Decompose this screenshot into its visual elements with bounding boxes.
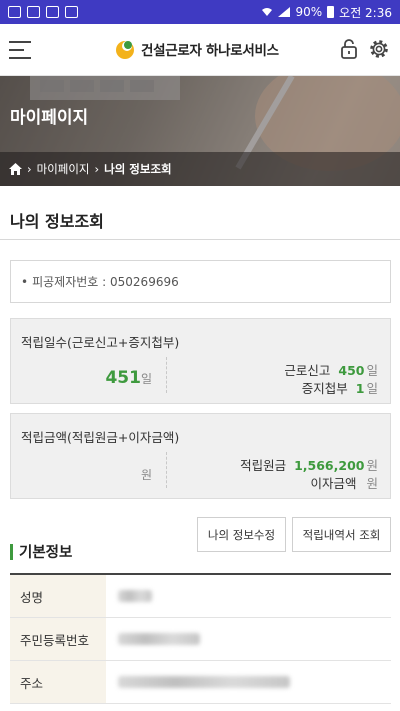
shield-icon [46,6,59,18]
breadcrumb-separator: › [94,162,100,176]
logo-mark-icon [116,41,134,59]
gallery-icon [27,6,40,18]
accumulated-amount-panel: 적립금액(적립원금+이자금액) 원 적립원금 1,566,200 원 이자금액 원 [10,413,391,499]
battery-icon [327,6,335,18]
basic-info-table: 성명 주민등록번호 주소 [10,573,391,704]
table-row: 주소 [10,661,391,704]
page-title: 나의 정보조회 [10,212,104,231]
breadcrumb-mypage[interactable]: 마이페이지 [37,161,90,177]
breadcrumb: › 마이페이지 › 나의 정보조회 [0,152,400,186]
dashed-separator [166,452,167,488]
dashed-separator [166,357,167,393]
days-row-stamp: 증지첩부 1 일 [301,381,378,396]
signal-icon [278,7,291,17]
clock: 오전 2:36 [339,5,392,20]
amount-total: 원 [140,468,152,482]
amount-row-interest: 이자금액 원 [310,476,378,491]
row-label-name: 성명 [10,575,106,617]
edit-my-info-button[interactable]: 나의 정보수정 [197,517,286,552]
days-row-labor: 근로신고 450 일 [284,363,378,378]
status-bar: 90% 오전 2:36 [0,0,400,24]
divider [0,239,400,240]
breadcrumb-current: 나의 정보조회 [104,162,172,176]
view-statement-button[interactable]: 적립내역서 조회 [292,517,391,552]
section-accent-bar [10,543,13,560]
days-total: 451일 [105,368,152,388]
accumulated-days-panel: 적립일수(근로신고+증지첩부) 451일 근로신고 450 일 증지첩부 1 일 [10,318,391,404]
masked-value [118,633,200,645]
home-icon[interactable] [9,163,22,175]
breadcrumb-separator: › [27,162,32,176]
section-title: 기본정보 [10,541,72,562]
masked-value [118,590,152,602]
table-row: 주민등록번호 [10,618,391,661]
notification-icon [8,6,21,18]
table-row: 성명 [10,575,391,618]
hero-title: 마이페이지 [10,108,89,128]
hero-banner: 마이페이지 › 마이페이지 › 나의 정보조회 [0,76,400,186]
app-header: 건설근로자 하나로서비스 [0,24,400,76]
bullet: • [21,274,29,289]
lock-icon[interactable] [339,38,359,60]
member-number-value: 050269696 [110,274,179,289]
masked-value [118,676,290,688]
logo-text: 건설근로자 하나로서비스 [141,43,279,59]
member-number-box: • 피공제자번호 : 050269696 [10,260,391,303]
battery-percent: 90% [295,5,323,19]
days-title: 적립일수(근로신고+증지첩부) [21,335,180,350]
amount-row-principal: 적립원금 1,566,200 원 [240,458,378,473]
menu-icon[interactable] [9,41,31,59]
settings-gear-icon[interactable] [368,38,390,60]
amount-title: 적립금액(적립원금+이자금액) [21,430,180,445]
wifi-icon [262,8,273,16]
row-label-address: 주소 [10,661,106,703]
member-number-label: 피공제자번호 : [32,275,107,289]
row-label-resident-number: 주민등록번호 [10,618,106,660]
logo[interactable]: 건설근로자 하나로서비스 [113,37,279,61]
bolt-icon [65,6,78,18]
